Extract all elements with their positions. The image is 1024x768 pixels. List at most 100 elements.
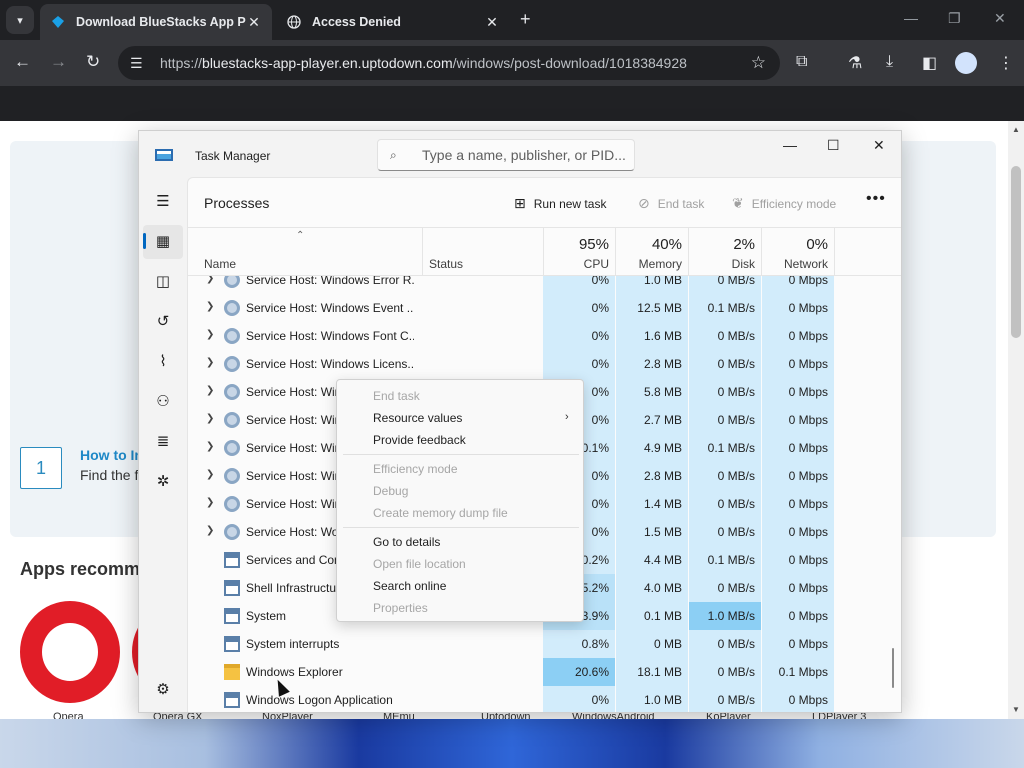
- column-disk[interactable]: Disk: [688, 257, 755, 271]
- table-row[interactable]: ❯ Service Host: Windows Font C... 0% 1.6 MB…: [188, 322, 901, 350]
- app-history-icon[interactable]: ↺: [153, 311, 173, 331]
- expand-chevron-icon[interactable]: ❯: [206, 276, 214, 284]
- processes-icon[interactable]: ▦: [153, 231, 173, 251]
- menu-item-search-online[interactable]: Search online: [373, 579, 446, 593]
- expand-chevron-icon[interactable]: ❯: [206, 385, 214, 396]
- disk-value: 0 MB/s: [689, 490, 761, 518]
- profile-avatar[interactable]: [955, 52, 977, 74]
- minimize-icon[interactable]: —: [783, 137, 797, 153]
- step-title[interactable]: How to In: [80, 447, 143, 463]
- table-row[interactable]: Windows Logon Application 0% 1.0 MB 0 MB/s 0…: [188, 686, 901, 712]
- disk-value: 0 MB/s: [689, 658, 761, 686]
- opera-logo-icon[interactable]: [20, 601, 120, 703]
- tab-bluestacks[interactable]: Download BlueStacks App Play ✕: [40, 4, 272, 40]
- expand-chevron-icon[interactable]: ❯: [206, 441, 214, 452]
- reload-icon[interactable]: ↻: [86, 52, 100, 72]
- services-icon[interactable]: ✲: [153, 471, 173, 491]
- service-gear-icon: [224, 276, 240, 288]
- sort-ascending-icon: ⌃: [296, 230, 305, 241]
- tab-close-icon[interactable]: ✕: [484, 14, 500, 31]
- browser-tab-strip: ▾ Download BlueStacks App Play ✕ Access …: [0, 0, 1024, 40]
- new-tab-icon[interactable]: +: [520, 9, 531, 30]
- table-row[interactable]: System interrupts 0.8% 0 MB 0 MB/s 0 Mbps: [188, 630, 901, 658]
- efficiency-mode-button[interactable]: ❦ Efficiency mode: [732, 195, 836, 212]
- startup-apps-icon[interactable]: ⌇: [153, 351, 173, 371]
- menu-item-create-dump[interactable]: Create memory dump file: [373, 506, 508, 520]
- more-options-icon[interactable]: •••: [866, 190, 886, 208]
- expand-chevron-icon[interactable]: ❯: [206, 329, 214, 340]
- maximize-icon[interactable]: ☐: [827, 137, 840, 154]
- table-row[interactable]: ❯ Service Host: Windows Licens... 0% 2.8 MB…: [188, 350, 901, 378]
- process-name: Service Host: Windows Font C...: [246, 329, 414, 343]
- address-bar[interactable]: ☰ https://bluestacks-app-player.en.uptod…: [118, 46, 780, 80]
- expand-chevron-icon[interactable]: ❯: [206, 469, 214, 480]
- menu-item-properties[interactable]: Properties: [373, 601, 428, 615]
- cpu-value: 0%: [543, 322, 615, 350]
- network-value: 0 Mbps: [762, 294, 834, 322]
- scrollbar-thumb[interactable]: [1011, 166, 1021, 338]
- performance-icon[interactable]: ◫: [153, 271, 173, 291]
- menu-item-open-file-location[interactable]: Open file location: [373, 557, 466, 571]
- column-cpu[interactable]: CPU: [543, 257, 609, 271]
- network-value: 0 Mbps: [762, 276, 834, 294]
- expand-chevron-icon[interactable]: ❯: [206, 497, 214, 508]
- table-row[interactable]: Windows Explorer 20.6% 18.1 MB 0 MB/s 0.1 Mb…: [188, 658, 901, 686]
- memory-value: 2.8 MB: [616, 462, 688, 490]
- process-list-scrollbar[interactable]: [892, 648, 894, 688]
- network-total[interactable]: 0%: [761, 236, 828, 253]
- menu-item-resource-values[interactable]: Resource values: [373, 411, 462, 425]
- restore-icon[interactable]: ❐: [948, 10, 961, 27]
- process-search-input[interactable]: ⌕ Type a name, publisher, or PID...: [377, 139, 635, 171]
- disk-total[interactable]: 2%: [688, 236, 755, 253]
- menu-item-debug[interactable]: Debug: [373, 484, 408, 498]
- menu-item-go-to-details[interactable]: Go to details: [373, 535, 440, 549]
- close-window-icon[interactable]: ✕: [994, 10, 1006, 27]
- forward-arrow-icon[interactable]: →: [50, 52, 67, 72]
- window-title: Task Manager: [195, 149, 271, 163]
- run-new-task-button[interactable]: ⊞ Run new task: [514, 195, 606, 212]
- download-icon[interactable]: ⤓: [886, 53, 893, 71]
- side-panel-icon[interactable]: ◧: [922, 53, 937, 73]
- extensions-icon[interactable]: ⧉: [796, 53, 807, 71]
- tab-close-icon[interactable]: ✕: [246, 14, 262, 31]
- column-network[interactable]: Network: [761, 257, 828, 271]
- expand-chevron-icon[interactable]: ❯: [206, 525, 214, 536]
- close-icon[interactable]: ✕: [873, 137, 885, 154]
- scroll-down-icon[interactable]: ▼: [1012, 705, 1020, 714]
- minimize-icon[interactable]: —: [904, 10, 918, 26]
- menu-item-provide-feedback[interactable]: Provide feedback: [373, 433, 466, 447]
- tab-search-dropdown-button[interactable]: ▾: [6, 6, 34, 34]
- back-arrow-icon[interactable]: ←: [14, 52, 31, 72]
- page-scrollbar[interactable]: ▲ ▼: [1008, 121, 1024, 719]
- disk-value: 0 MB/s: [689, 406, 761, 434]
- memory-total[interactable]: 40%: [615, 236, 682, 253]
- table-row[interactable]: ❯ Service Host: Windows Event ... 0% 12.5 M…: [188, 294, 901, 322]
- bookmark-star-icon[interactable]: ☆: [751, 53, 766, 73]
- column-status[interactable]: Status: [429, 257, 463, 271]
- menu-item-end-task[interactable]: End task: [373, 389, 420, 403]
- column-memory[interactable]: Memory: [615, 257, 682, 271]
- hamburger-menu-icon[interactable]: ☰: [153, 191, 173, 211]
- menu-item-efficiency-mode[interactable]: Efficiency mode: [373, 462, 458, 476]
- expand-chevron-icon[interactable]: ❯: [206, 413, 214, 424]
- process-name: Service Host: Windows Licens...: [246, 357, 414, 371]
- details-icon[interactable]: ≣: [153, 431, 173, 451]
- expand-chevron-icon[interactable]: ❯: [206, 357, 214, 368]
- cpu-total[interactable]: 95%: [543, 236, 609, 253]
- expand-chevron-icon[interactable]: ❯: [206, 301, 214, 312]
- settings-gear-icon[interactable]: ⚙: [153, 679, 173, 699]
- tab-access-denied[interactable]: Access Denied ✕: [276, 4, 510, 40]
- table-row[interactable]: ❯ Service Host: Windows Error R... 0% 1.0 M…: [188, 276, 901, 294]
- column-name[interactable]: Name: [204, 257, 236, 271]
- users-icon[interactable]: ⚇: [153, 391, 173, 411]
- chrome-menu-icon[interactable]: ⋮: [998, 53, 1014, 73]
- service-gear-icon: [224, 300, 240, 316]
- end-task-button[interactable]: ⊘ End task: [638, 195, 704, 212]
- site-info-icon[interactable]: ☰: [130, 55, 146, 72]
- process-name: System interrupts: [246, 637, 340, 651]
- app-name[interactable]: Opera: [53, 711, 84, 719]
- labs-flask-icon[interactable]: ⚗: [848, 53, 862, 73]
- disk-value: 0 MB/s: [689, 518, 761, 546]
- network-value: 0 Mbps: [762, 434, 834, 462]
- scroll-up-icon[interactable]: ▲: [1012, 125, 1020, 134]
